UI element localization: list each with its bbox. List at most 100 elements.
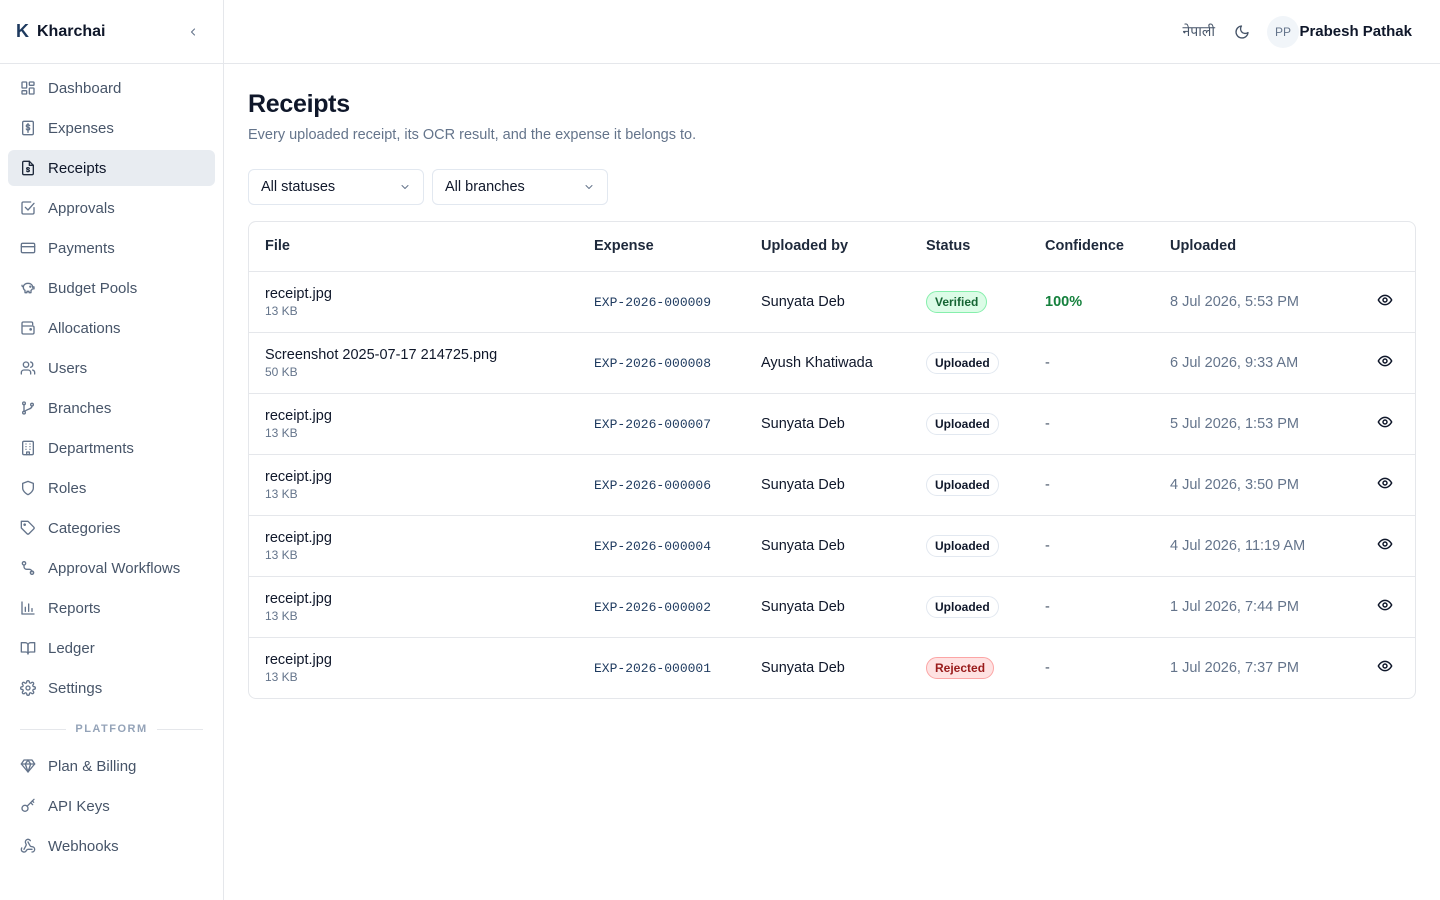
top-bar: नेपाली PP Prabesh Pathak bbox=[224, 0, 1440, 64]
sidebar-item-label: Reports bbox=[48, 599, 101, 617]
user-name[interactable]: Prabesh Pathak bbox=[1299, 23, 1412, 40]
expense-cell: EXP-2026-000001 bbox=[578, 637, 745, 698]
eye-icon[interactable] bbox=[1377, 292, 1393, 308]
book-icon bbox=[20, 640, 36, 656]
status-badge: Uploaded bbox=[926, 534, 999, 557]
table-row: Screenshot 2025-07-17 214725.png 50 KB EXP… bbox=[249, 332, 1415, 394]
sidebar-item-approval-workflows[interactable]: Approval Workflows bbox=[8, 550, 215, 586]
uploaded-by-cell: Sunyata Deb bbox=[761, 659, 845, 676]
sidebar-item-receipts[interactable]: Receipts bbox=[8, 150, 215, 186]
actions-cell bbox=[1329, 454, 1415, 516]
check-square-icon bbox=[20, 200, 36, 216]
bar-chart-icon bbox=[20, 600, 36, 616]
building-icon bbox=[20, 440, 36, 456]
sidebar-item-allocations[interactable]: Allocations bbox=[8, 310, 215, 346]
branch-filter-select[interactable]: All branches bbox=[432, 169, 608, 205]
sidebar-item-label: Payments bbox=[48, 239, 115, 257]
column-header-actions bbox=[1329, 222, 1415, 272]
status-cell: Uploaded bbox=[910, 454, 1029, 516]
expense-link[interactable]: EXP-2026-000001 bbox=[594, 661, 711, 676]
status-filter-select[interactable]: All statuses bbox=[248, 169, 424, 205]
gear-icon bbox=[20, 680, 36, 696]
file-size: 13 KB bbox=[265, 303, 298, 318]
table-row: receipt.jpg 13 KB EXP-2026-000009 Sunyata D… bbox=[249, 271, 1415, 333]
sidebar: K Kharchai Dashboard Expenses Receipts Appr… bbox=[0, 0, 224, 900]
sidebar-item-plan-and-billing[interactable]: Plan & Billing bbox=[8, 748, 215, 784]
eye-icon[interactable] bbox=[1377, 414, 1393, 430]
status-badge: Uploaded bbox=[926, 595, 999, 618]
actions-cell bbox=[1329, 515, 1415, 577]
sidebar-item-departments[interactable]: Departments bbox=[8, 430, 215, 466]
eye-icon[interactable] bbox=[1377, 597, 1393, 613]
file-cell: receipt.jpg 13 KB bbox=[249, 393, 578, 455]
file-name: receipt.jpg bbox=[265, 407, 332, 424]
language-toggle[interactable]: नेपाली bbox=[1183, 22, 1215, 41]
expense-cell: EXP-2026-000006 bbox=[578, 454, 745, 516]
confidence-cell: - bbox=[1029, 393, 1154, 455]
sidebar-item-users[interactable]: Users bbox=[8, 350, 215, 386]
expense-link[interactable]: EXP-2026-000006 bbox=[594, 478, 711, 493]
table-header-row: File Expense Uploaded by Status Confiden… bbox=[249, 222, 1415, 272]
filters: All statuses All branches bbox=[248, 169, 1416, 205]
sidebar-item-api-keys[interactable]: API Keys bbox=[8, 788, 215, 824]
expense-link[interactable]: EXP-2026-000009 bbox=[594, 295, 711, 310]
column-header-file: File bbox=[249, 222, 578, 272]
status-cell: Verified bbox=[910, 271, 1029, 333]
sidebar-item-label: Users bbox=[48, 359, 88, 377]
workflow-icon bbox=[20, 560, 36, 576]
uploaded-date-cell: 6 Jul 2026, 9:33 AM bbox=[1154, 332, 1329, 394]
expense-link[interactable]: EXP-2026-000008 bbox=[594, 356, 711, 371]
eye-icon[interactable] bbox=[1377, 353, 1393, 369]
credit-card-icon bbox=[20, 240, 36, 256]
moon-icon[interactable] bbox=[1234, 24, 1250, 40]
chevron-left-icon[interactable] bbox=[185, 24, 201, 40]
git-branch-icon bbox=[20, 400, 36, 416]
sidebar-item-expenses[interactable]: Expenses bbox=[8, 110, 215, 146]
page-title: Receipts bbox=[248, 90, 350, 118]
sidebar-item-ledger[interactable]: Ledger bbox=[8, 630, 215, 666]
sidebar-item-label: API Keys bbox=[48, 797, 110, 815]
brand-logo: K bbox=[16, 21, 29, 41]
file-cell: receipt.jpg 13 KB bbox=[249, 454, 578, 516]
sidebar-item-branches[interactable]: Branches bbox=[8, 390, 215, 426]
expense-cell: EXP-2026-000007 bbox=[578, 393, 745, 455]
main-content: Receipts Every uploaded receipt, its OCR… bbox=[248, 64, 1416, 699]
page-subtitle: Every uploaded receipt, its OCR result, … bbox=[248, 127, 697, 143]
file-size: 13 KB bbox=[265, 547, 298, 562]
eye-icon[interactable] bbox=[1377, 475, 1393, 491]
sidebar-item-settings[interactable]: Settings bbox=[8, 670, 215, 706]
tag-icon bbox=[20, 520, 36, 536]
expense-link[interactable]: EXP-2026-000007 bbox=[594, 417, 711, 432]
actions-cell bbox=[1329, 637, 1415, 698]
expense-cell: EXP-2026-000004 bbox=[578, 515, 745, 577]
eye-icon[interactable] bbox=[1377, 658, 1393, 674]
piggy-bank-icon bbox=[20, 280, 36, 296]
sidebar-item-budget-pools[interactable]: Budget Pools bbox=[8, 270, 215, 306]
receipt-dollar-icon bbox=[20, 120, 36, 136]
branch-filter-value: All branches bbox=[445, 179, 525, 195]
eye-icon[interactable] bbox=[1377, 536, 1393, 552]
table-row: receipt.jpg 13 KB EXP-2026-000001 Sunyata D… bbox=[249, 637, 1415, 698]
expense-link[interactable]: EXP-2026-000002 bbox=[594, 600, 711, 615]
sidebar-item-label: Receipts bbox=[48, 159, 107, 177]
platform-divider: PLATFORM bbox=[20, 722, 204, 736]
sidebar-item-dashboard[interactable]: Dashboard bbox=[8, 70, 215, 106]
file-name: receipt.jpg bbox=[265, 285, 332, 302]
sidebar-item-label: Plan & Billing bbox=[48, 757, 137, 775]
sidebar-item-roles[interactable]: Roles bbox=[8, 470, 215, 506]
sidebar-item-approvals[interactable]: Approvals bbox=[8, 190, 215, 226]
expense-link[interactable]: EXP-2026-000004 bbox=[594, 539, 711, 554]
uploaded-date-cell: 1 Jul 2026, 7:44 PM bbox=[1154, 576, 1329, 638]
sidebar-item-webhooks[interactable]: Webhooks bbox=[8, 828, 215, 864]
uploaded-by-cell: Sunyata Deb bbox=[745, 454, 910, 516]
avatar[interactable]: PP bbox=[1267, 16, 1299, 48]
uploaded-by-cell: Sunyata Deb bbox=[745, 515, 910, 577]
sidebar-item-categories[interactable]: Categories bbox=[8, 510, 215, 546]
status-badge: Uploaded bbox=[926, 351, 999, 374]
sidebar-item-payments[interactable]: Payments bbox=[8, 230, 215, 266]
sidebar-item-label: Departments bbox=[48, 439, 134, 457]
file-size: 13 KB bbox=[265, 486, 298, 501]
sidebar-item-label: Categories bbox=[48, 519, 121, 537]
uploaded-date-cell: 1 Jul 2026, 7:37 PM bbox=[1170, 659, 1299, 676]
sidebar-item-reports[interactable]: Reports bbox=[8, 590, 215, 626]
